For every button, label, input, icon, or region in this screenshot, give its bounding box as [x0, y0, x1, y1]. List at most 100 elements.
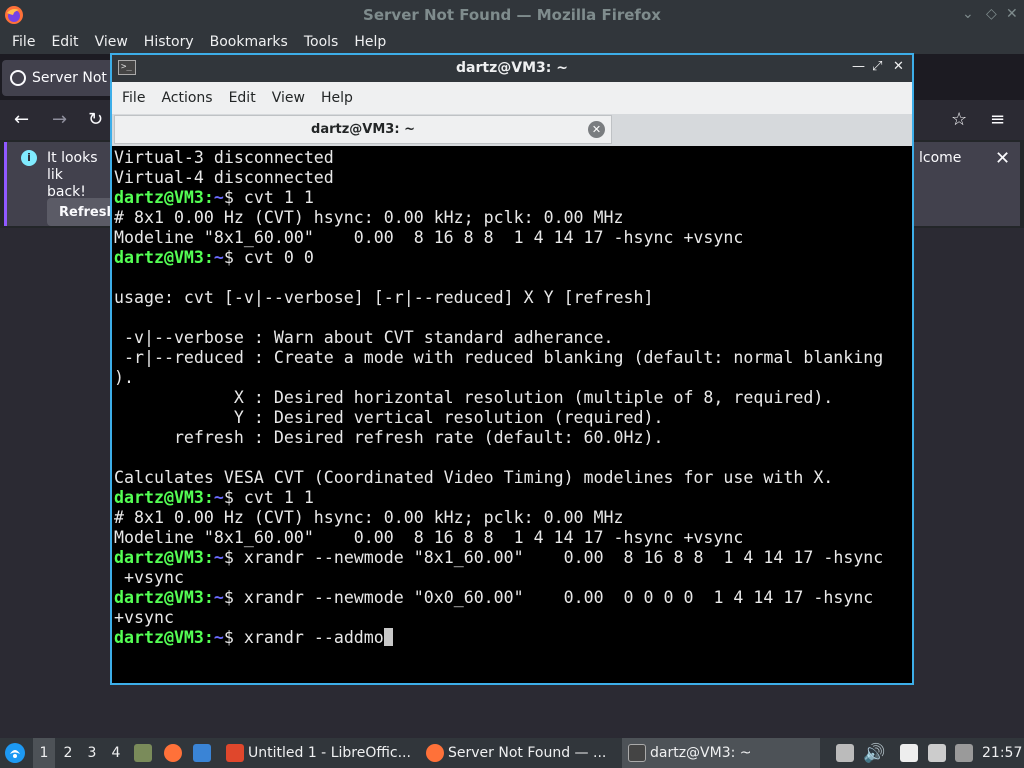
terminal-cursor: [384, 628, 393, 646]
terminal-output-line: -v|--verbose : Warn about CVT standard a…: [114, 328, 910, 348]
terminal-screen[interactable]: Virtual-3 disconnectedVirtual-4 disconne…: [114, 148, 910, 683]
notice-right-text: lcome: [919, 150, 961, 166]
prompt-path: ~: [214, 548, 224, 567]
prompt-user: dartz@VM3: [114, 488, 204, 507]
terminal-tab[interactable]: dartz@VM3: ~ ✕: [114, 115, 612, 144]
display-icon[interactable]: [928, 738, 950, 768]
close-tab-icon[interactable]: ✕: [588, 121, 605, 138]
firefox-icon: [426, 744, 444, 762]
firefox-menubar: File Edit View History Bookmarks Tools H…: [0, 30, 1024, 54]
terminal-prompt-line: dartz@VM3:~$ cvt 1 1: [114, 488, 910, 508]
menu-view[interactable]: View: [264, 90, 313, 106]
firefox-tab-title: Server Not F: [32, 70, 119, 86]
back-icon[interactable]: ←: [14, 109, 29, 130]
desktop-4[interactable]: 4: [105, 738, 127, 768]
app-launcher-icon[interactable]: [4, 738, 26, 768]
terminal-prompt-line: dartz@VM3:~$ xrandr --newmode "8x1_60.00…: [114, 548, 910, 568]
terminal-menubar: File Actions Edit View Help: [112, 82, 912, 114]
terminal-prompt-line: dartz@VM3:~$ cvt 0 0: [114, 248, 910, 268]
prompt-path: ~: [214, 628, 224, 647]
file-manager-icon[interactable]: [134, 738, 156, 768]
libreoffice-writer-icon: [226, 744, 244, 762]
menu-edit[interactable]: Edit: [221, 90, 264, 106]
menu-file[interactable]: File: [114, 90, 153, 106]
terminal-output-line: # 8x1 0.00 Hz (CVT) hsync: 0.00 kHz; pcl…: [114, 208, 910, 228]
terminal-tab-label: dartz@VM3: ~: [311, 122, 415, 137]
menu-help[interactable]: Help: [313, 90, 361, 106]
terminal-output-line: Virtual-4 disconnected: [114, 168, 910, 188]
hamburger-menu-icon[interactable]: ≡: [990, 109, 1005, 130]
desktop-3[interactable]: 3: [81, 738, 103, 768]
maximize-icon[interactable]: ⤢: [872, 59, 882, 74]
terminal-output-line: +vsync: [114, 608, 910, 628]
task-libreoffice[interactable]: Untitled 1 - LibreOffic...: [226, 738, 411, 768]
firefox-icon: [4, 5, 24, 25]
terminal-output-line: Modeline "8x1_60.00" 0.00 8 16 8 8 1 4 1…: [114, 228, 910, 248]
menu-view[interactable]: View: [87, 34, 136, 50]
terminal-tabbar: dartz@VM3: ~ ✕: [112, 114, 912, 146]
menu-actions[interactable]: Actions: [153, 90, 220, 106]
maximize-icon[interactable]: ◇: [986, 6, 997, 22]
info-icon: i: [21, 150, 37, 166]
clock: 21:57: [982, 738, 1022, 768]
prompt-user: dartz@VM3: [114, 188, 204, 207]
prompt-path: ~: [214, 188, 224, 207]
terminal-output-line: Y : Desired vertical resolution (require…: [114, 408, 910, 428]
volume-icon[interactable]: 🔊: [863, 738, 885, 768]
firefox-launcher-icon[interactable]: [164, 738, 186, 768]
prompt-user: dartz@VM3: [114, 248, 204, 267]
prompt-command: cvt 1 1: [234, 488, 314, 507]
prompt-command: xrandr --newmode "8x1_60.00" 0.00 8 16 8…: [234, 548, 883, 567]
network-icon[interactable]: [955, 738, 977, 768]
desktop-show-icon[interactable]: [193, 738, 215, 768]
menu-help[interactable]: Help: [346, 34, 394, 50]
close-icon[interactable]: ✕: [893, 59, 904, 74]
minimize-icon[interactable]: ⌄: [962, 6, 974, 22]
firefox-tab[interactable]: Server Not F: [2, 60, 122, 96]
close-icon[interactable]: ✕: [995, 148, 1010, 169]
firefox-window-title: Server Not Found — Mozilla Firefox: [363, 6, 661, 24]
forward-icon[interactable]: →: [52, 109, 67, 130]
close-icon[interactable]: ✕: [1006, 6, 1018, 22]
terminal-output-line: X : Desired horizontal resolution (multi…: [114, 388, 910, 408]
refresh-button[interactable]: Refresh: [47, 198, 117, 226]
terminal-icon: [628, 744, 646, 762]
reload-icon[interactable]: ↻: [88, 109, 103, 130]
terminal-prompt-line: dartz@VM3:~$ xrandr --addmo: [114, 628, 910, 648]
notes-icon[interactable]: [900, 738, 922, 768]
bookmark-star-icon[interactable]: ☆: [951, 109, 967, 130]
clipboard-icon[interactable]: [836, 738, 858, 768]
terminal-output-line: [114, 308, 910, 328]
prompt-path: ~: [214, 488, 224, 507]
terminal-output-line: Virtual-3 disconnected: [114, 148, 910, 168]
notice-text: It looks lik back!: [47, 150, 117, 201]
info-icon: [10, 70, 26, 86]
terminal-window: >_ dartz@VM3: ~ — ⤢ ✕ File Actions Edit …: [110, 53, 914, 685]
minimize-icon[interactable]: —: [852, 59, 865, 74]
prompt-user: dartz@VM3: [114, 588, 204, 607]
task-terminal[interactable]: dartz@VM3: ~: [622, 738, 820, 768]
terminal-prompt-line: dartz@VM3:~$ xrandr --newmode "0x0_60.00…: [114, 588, 910, 608]
firefox-titlebar: Server Not Found — Mozilla Firefox ⌄ ◇ ✕: [0, 0, 1024, 30]
desktop-2[interactable]: 2: [57, 738, 79, 768]
terminal-output-line: +vsync: [114, 568, 910, 588]
task-firefox[interactable]: Server Not Found — ...: [426, 738, 606, 768]
prompt-command: cvt 0 0: [234, 248, 314, 267]
menu-history[interactable]: History: [136, 34, 202, 50]
task-label: Server Not Found — ...: [448, 745, 606, 761]
menu-file[interactable]: File: [4, 34, 43, 50]
prompt-command: xrandr --newmode "0x0_60.00" 0.00 0 0 0 …: [234, 588, 873, 607]
menu-edit[interactable]: Edit: [43, 34, 86, 50]
terminal-output-line: [114, 268, 910, 288]
terminal-output-line: refresh : Desired refresh rate (default:…: [114, 428, 910, 448]
terminal-prompt-line: dartz@VM3:~$ cvt 1 1: [114, 188, 910, 208]
prompt-path: ~: [214, 248, 224, 267]
task-label: Untitled 1 - LibreOffic...: [248, 745, 411, 761]
terminal-output-line: [114, 448, 910, 468]
prompt-command: cvt 1 1: [234, 188, 314, 207]
taskbar: 1 2 3 4 Untitled 1 - LibreOffic... Serve…: [0, 738, 1024, 768]
menu-bookmarks[interactable]: Bookmarks: [202, 34, 296, 50]
menu-tools[interactable]: Tools: [296, 34, 347, 50]
desktop-1[interactable]: 1: [33, 738, 55, 768]
terminal-output-line: ).: [114, 368, 910, 388]
